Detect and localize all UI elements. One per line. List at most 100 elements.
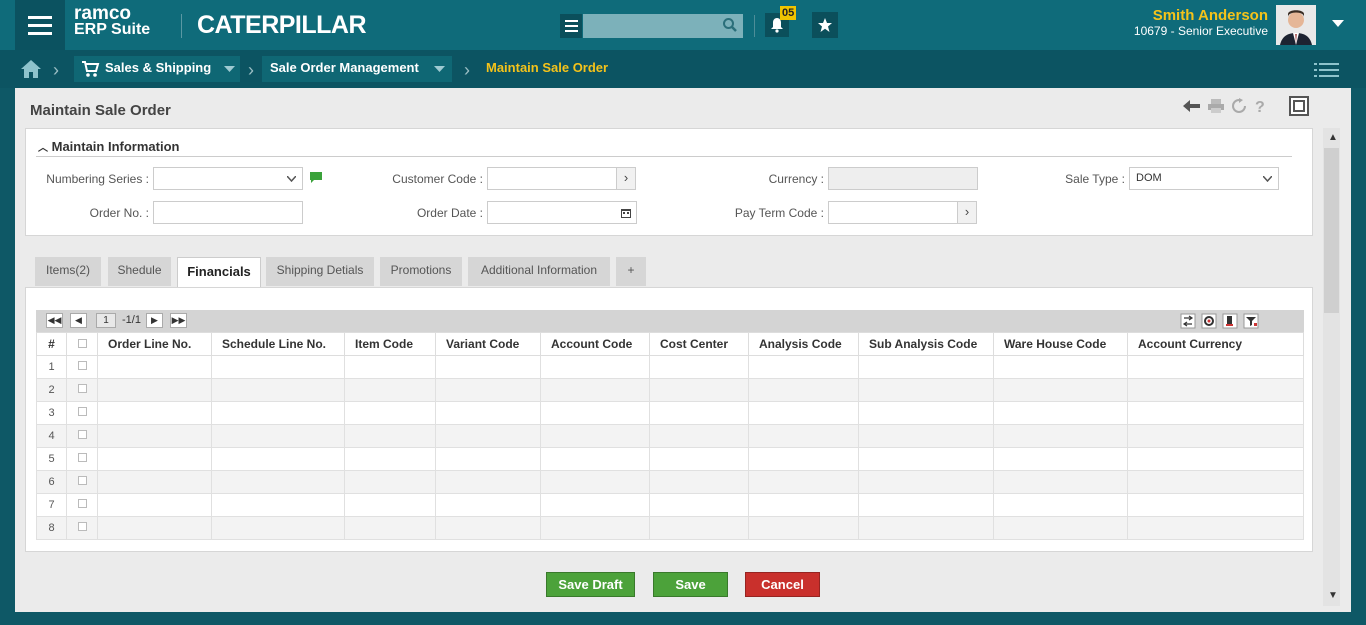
cell[interactable] (1127, 355, 1304, 379)
col-analysis-code[interactable]: Analysis Code (748, 332, 859, 356)
cell[interactable] (344, 401, 436, 425)
cell[interactable] (993, 493, 1128, 517)
cell[interactable] (97, 401, 212, 425)
chevron-down-icon[interactable] (1332, 20, 1344, 28)
cell[interactable] (540, 470, 650, 494)
breadcrumb-sales-shipping[interactable]: Sales & Shipping (74, 56, 240, 82)
help-icon[interactable]: ? (1253, 98, 1267, 114)
order-no-input[interactable] (153, 201, 303, 224)
row-checkbox[interactable] (66, 447, 98, 471)
first-page-button[interactable]: ◀◀ (46, 313, 63, 328)
cell[interactable] (993, 470, 1128, 494)
table-row[interactable]: 3 (36, 401, 1304, 425)
list-icon[interactable] (560, 14, 582, 38)
task-list-icon[interactable] (1314, 62, 1340, 78)
col-warehouse-code[interactable]: Ware House Code (993, 332, 1128, 356)
cell[interactable] (211, 516, 345, 540)
cell[interactable] (97, 355, 212, 379)
sale-type-select[interactable]: DOM (1129, 167, 1279, 190)
cell[interactable] (748, 355, 859, 379)
grid-settings-icon[interactable] (1201, 313, 1217, 329)
cell[interactable] (344, 378, 436, 402)
cell[interactable] (344, 470, 436, 494)
cell[interactable] (649, 493, 749, 517)
cell[interactable] (858, 424, 994, 448)
row-checkbox[interactable] (66, 424, 98, 448)
save-button[interactable]: Save (653, 572, 728, 597)
cell[interactable] (211, 470, 345, 494)
cell[interactable] (211, 493, 345, 517)
cell[interactable] (435, 470, 541, 494)
table-row[interactable]: 2 (36, 378, 1304, 402)
refresh-icon[interactable] (1231, 98, 1247, 114)
cell[interactable] (435, 355, 541, 379)
cell[interactable] (540, 516, 650, 540)
breadcrumb-sale-order-management[interactable]: Sale Order Management (262, 56, 452, 82)
col-sub-analysis-code[interactable]: Sub Analysis Code (858, 332, 994, 356)
cell[interactable] (748, 424, 859, 448)
cell[interactable] (993, 355, 1128, 379)
cell[interactable] (858, 516, 994, 540)
cell[interactable] (540, 493, 650, 517)
cell[interactable] (540, 424, 650, 448)
col-order-line-no[interactable]: Order Line No. (97, 332, 212, 356)
last-page-button[interactable]: ▶▶ (170, 313, 187, 328)
col-item-code[interactable]: Item Code (344, 332, 436, 356)
col-cost-center[interactable]: Cost Center (649, 332, 749, 356)
table-row[interactable]: 8 (36, 516, 1304, 540)
row-checkbox[interactable] (66, 355, 98, 379)
select-all-checkbox[interactable] (66, 332, 98, 356)
col-schedule-line-no[interactable]: Schedule Line No. (211, 332, 345, 356)
row-checkbox[interactable] (66, 516, 98, 540)
cell[interactable] (1127, 401, 1304, 425)
cell[interactable] (435, 378, 541, 402)
cell[interactable] (649, 424, 749, 448)
save-draft-button[interactable]: Save Draft (546, 572, 635, 597)
tab-promotions[interactable]: Promotions (380, 257, 462, 286)
cell[interactable] (344, 516, 436, 540)
home-icon[interactable] (20, 59, 42, 79)
cell[interactable] (649, 401, 749, 425)
back-icon[interactable] (1183, 99, 1201, 113)
cell[interactable] (1127, 378, 1304, 402)
chevron-down-icon[interactable] (434, 66, 445, 73)
cell[interactable] (97, 447, 212, 471)
page-number-input[interactable]: 1 (96, 313, 116, 328)
cell[interactable] (858, 447, 994, 471)
cell[interactable] (748, 516, 859, 540)
cell[interactable] (435, 516, 541, 540)
order-date-input[interactable] (487, 201, 637, 224)
cell[interactable] (540, 447, 650, 471)
cell[interactable] (649, 470, 749, 494)
cell[interactable] (97, 378, 212, 402)
cell[interactable] (993, 516, 1128, 540)
cell[interactable] (1127, 470, 1304, 494)
cell[interactable] (540, 401, 650, 425)
cell[interactable] (1127, 424, 1304, 448)
tab-additional-information[interactable]: Additional Information (468, 257, 610, 286)
calendar-icon[interactable] (621, 208, 631, 218)
cell[interactable] (211, 447, 345, 471)
cell[interactable] (435, 447, 541, 471)
cell[interactable] (649, 516, 749, 540)
numbering-series-select[interactable] (153, 167, 303, 190)
search-icon[interactable] (722, 17, 738, 33)
cell[interactable] (748, 378, 859, 402)
filter-icon[interactable] (1243, 313, 1259, 329)
cell[interactable] (344, 355, 436, 379)
cell[interactable] (1127, 516, 1304, 540)
menu-icon[interactable] (15, 0, 65, 50)
vertical-scrollbar[interactable]: ▲ ▼ (1323, 128, 1340, 606)
cell[interactable] (344, 447, 436, 471)
cell[interactable] (993, 401, 1128, 425)
customer-code-lookup-button[interactable]: › (616, 167, 636, 190)
chevron-down-icon[interactable] (224, 66, 235, 73)
table-row[interactable]: 4 (36, 424, 1304, 448)
customer-code-input[interactable] (487, 167, 617, 190)
cell[interactable] (211, 424, 345, 448)
cell[interactable] (858, 493, 994, 517)
cell[interactable] (211, 378, 345, 402)
cell[interactable] (993, 378, 1128, 402)
row-checkbox[interactable] (66, 378, 98, 402)
cell[interactable] (540, 355, 650, 379)
